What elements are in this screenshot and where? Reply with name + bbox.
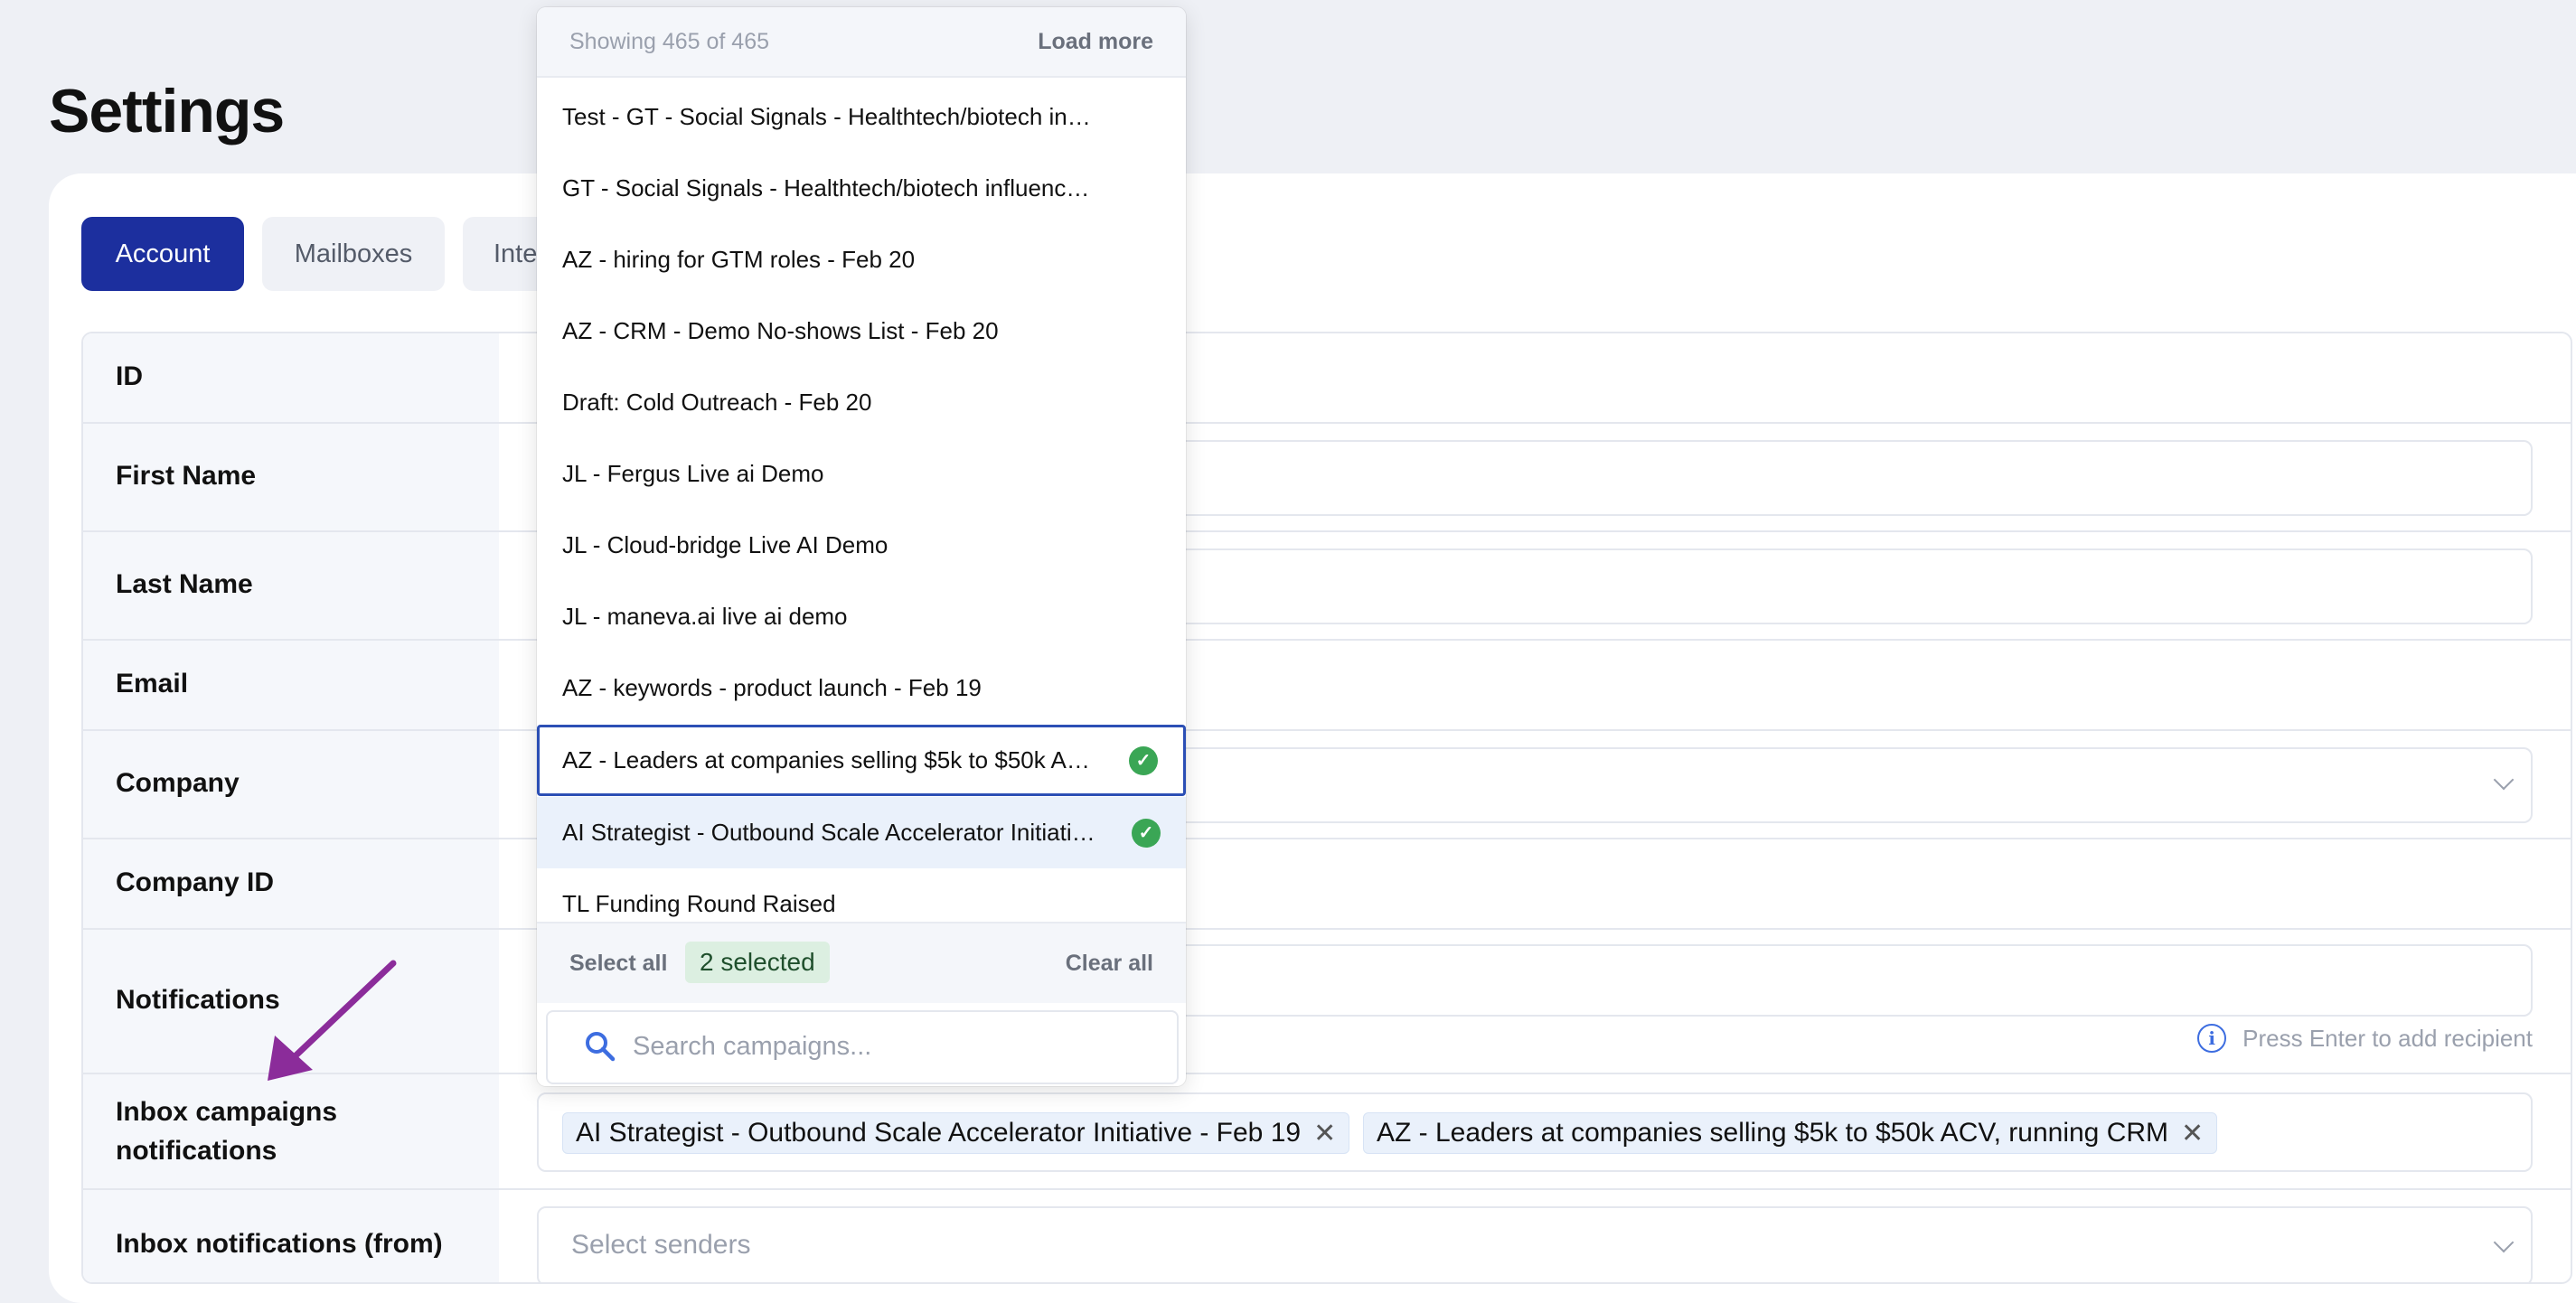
company-label: Company <box>116 768 240 798</box>
item-label: TL Funding Round Raised <box>562 890 836 917</box>
annotation-arrow <box>268 960 397 1081</box>
clear-all-button[interactable]: Clear all <box>1066 951 1153 977</box>
campaign-search-box <box>546 1010 1179 1084</box>
list-item[interactable]: JL - Fergus Live ai Demo <box>537 438 1186 510</box>
item-label: AZ - CRM - Demo No-shows List - Feb 20 <box>562 317 999 344</box>
inbox-campaigns-field[interactable]: AI Strategist - Outbound Scale Accelerat… <box>537 1092 2533 1172</box>
row-divider <box>83 530 2571 532</box>
list-item-selected[interactable]: AZ - Leaders at companies selling $5k to… <box>537 725 1186 796</box>
last-name-label: Last Name <box>116 569 253 599</box>
item-label: AZ - hiring for GTM roles - Feb 20 <box>562 246 916 273</box>
item-label: JL - Fergus Live ai Demo <box>562 460 824 487</box>
row-divider <box>83 639 2571 641</box>
item-label: Test - GT - Social Signals - Healthtech/… <box>562 103 1095 130</box>
row-divider <box>83 928 2571 930</box>
hint-text: Press Enter to add recipient <box>2242 1024 2533 1052</box>
remove-chip-icon[interactable]: ✕ <box>1313 1118 1336 1149</box>
chip-label: AI Strategist - Outbound Scale Accelerat… <box>576 1118 1302 1148</box>
list-item[interactable]: Test - GT - Social Signals - Healthtech/… <box>537 81 1186 153</box>
info-icon: i <box>2197 1024 2227 1053</box>
row-divider <box>83 1188 2571 1190</box>
tab-mailboxes[interactable]: Mailboxes <box>262 217 445 291</box>
dropdown-footer: Select all 2 selected Clear all <box>537 922 1186 1003</box>
chevron-down-icon <box>2493 1232 2515 1253</box>
page-title: Settings <box>49 77 285 145</box>
remove-chip-icon[interactable]: ✕ <box>2181 1118 2204 1149</box>
campaign-chip: AZ - Leaders at companies selling $5k to… <box>1363 1112 2218 1154</box>
label-line: notifications <box>116 1136 277 1166</box>
row-divider <box>83 729 2571 731</box>
campaign-list: Test - GT - Social Signals - Healthtech/… <box>537 78 1186 922</box>
press-enter-hint: i Press Enter to add recipient <box>2197 1024 2533 1053</box>
inbox-campaigns-notifications-label: Inbox campaigns notifications <box>116 1092 337 1170</box>
senders-placeholder: Select senders <box>571 1230 751 1260</box>
id-label: ID <box>116 361 143 391</box>
search-icon <box>586 1032 616 1062</box>
dropdown-header: Showing 465 of 465 Load more <box>537 7 1186 78</box>
select-all-button[interactable]: Select all <box>569 951 667 977</box>
check-icon: ✓ <box>1132 818 1161 848</box>
item-label: AI Strategist - Outbound Scale Accelerat… <box>562 819 1095 846</box>
item-label: AZ - keywords - product launch - Feb 19 <box>562 674 982 701</box>
list-item-selected[interactable]: AI Strategist - Outbound Scale Accelerat… <box>537 797 1186 868</box>
notifications-label: Notifications <box>116 985 280 1015</box>
chevron-down-icon <box>2493 769 2515 791</box>
load-more-button[interactable]: Load more <box>1038 29 1153 55</box>
first-name-label: First Name <box>116 461 257 491</box>
list-item[interactable]: Draft: Cold Outreach - Feb 20 <box>537 367 1186 438</box>
row-divider <box>83 1073 2571 1074</box>
senders-select[interactable]: Select senders <box>537 1206 2533 1282</box>
tab-account[interactable]: Account <box>81 217 244 291</box>
showing-count: Showing 465 of 465 <box>569 29 770 54</box>
email-label: Email <box>116 669 189 698</box>
check-icon: ✓ <box>1129 745 1158 775</box>
item-label: JL - Cloud-bridge Live AI Demo <box>562 531 888 558</box>
campaigns-dropdown: Showing 465 of 465 Load more Test - GT -… <box>537 7 1186 1086</box>
item-label: GT - Social Signals - Healthtech/biotech… <box>562 174 1095 202</box>
list-item[interactable]: JL - maneva.ai live ai demo <box>537 581 1186 652</box>
list-item[interactable]: AZ - keywords - product launch - Feb 19 <box>537 652 1186 724</box>
list-item[interactable]: TL Funding Round Raised <box>537 868 1186 922</box>
selected-count-badge: 2 selected <box>685 942 830 983</box>
settings-table: ID First Name Last Name Email Company Co… <box>81 332 2572 1284</box>
row-divider <box>83 838 2571 839</box>
list-item[interactable]: JL - Cloud-bridge Live AI Demo <box>537 510 1186 581</box>
chip-label: AZ - Leaders at companies selling $5k to… <box>1377 1118 2169 1148</box>
label-line: Inbox campaigns <box>116 1097 338 1127</box>
row-divider <box>83 422 2571 424</box>
campaign-chip: AI Strategist - Outbound Scale Accelerat… <box>562 1112 1350 1154</box>
list-item[interactable]: GT - Social Signals - Healthtech/biotech… <box>537 153 1186 224</box>
item-label: Draft: Cold Outreach - Feb 20 <box>562 389 872 416</box>
company-id-label: Company ID <box>116 867 275 897</box>
search-input[interactable] <box>631 1025 1159 1068</box>
inbox-notifications-from-label: Inbox notifications (from) <box>116 1229 443 1259</box>
item-label: AZ - Leaders at companies selling $5k to… <box>562 746 1095 773</box>
list-item[interactable]: AZ - hiring for GTM roles - Feb 20 <box>537 224 1186 295</box>
list-item[interactable]: AZ - CRM - Demo No-shows List - Feb 20 <box>537 295 1186 367</box>
item-label: JL - maneva.ai live ai demo <box>562 603 848 630</box>
